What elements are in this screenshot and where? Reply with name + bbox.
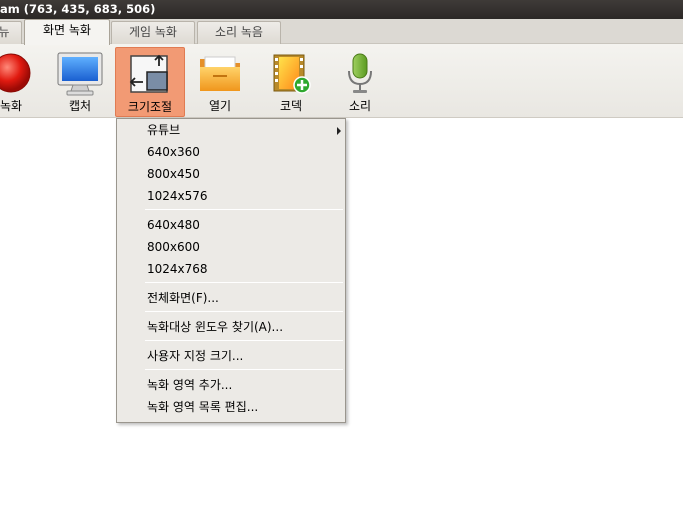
tab-partial[interactable]: 뉴 [0, 21, 22, 44]
codec-label: 코덱 [279, 99, 303, 113]
tab-screen-record[interactable]: 화면 녹화 [24, 19, 110, 45]
folder-icon [200, 56, 240, 91]
resize-button[interactable]: 크기조절 [115, 47, 185, 117]
menu-separator [145, 311, 343, 312]
menu-item-800x450[interactable]: 800x450 [117, 163, 345, 185]
menu-item-youtube[interactable]: 유튜브 [117, 119, 345, 141]
codec-button[interactable]: 코덱 [256, 47, 326, 117]
window-title: am (763, 435, 683, 506) [0, 0, 683, 19]
sound-button[interactable]: 소리 [325, 47, 395, 117]
menu-item-1024x576[interactable]: 1024x576 [117, 185, 345, 207]
capture-button[interactable]: 캡처 [45, 47, 115, 117]
menu-item-640x360[interactable]: 640x360 [117, 141, 345, 163]
toolbar: 녹화 캡처 크기조절 열기 코덱 소리 [0, 44, 683, 118]
menu-item-add-record-area[interactable]: 녹화 영역 추가... [117, 374, 345, 396]
menu-separator [145, 209, 343, 210]
submenu-arrow-icon [337, 127, 341, 135]
monitor-icon [57, 52, 103, 96]
menu-separator [145, 369, 343, 370]
menu-item-1024x768[interactable]: 1024x768 [117, 258, 345, 280]
menu-item-640x480[interactable]: 640x480 [117, 214, 345, 236]
menu-item-find-target-window[interactable]: 녹화대상 윈도우 찾기(A)... [117, 316, 345, 338]
menu-item-fullscreen[interactable]: 전체화면(F)... [117, 287, 345, 309]
tab-game-record[interactable]: 게임 녹화 [111, 21, 195, 44]
record-icon [0, 53, 31, 93]
microphone-icon [348, 53, 372, 93]
open-button[interactable]: 열기 [185, 47, 255, 117]
menu-item-custom-size[interactable]: 사용자 지정 크기... [117, 345, 345, 367]
sound-label: 소리 [348, 99, 372, 113]
menu-item-800x600[interactable]: 800x600 [117, 236, 345, 258]
resize-dropdown-menu: 유튜브 640x360 800x450 1024x576 640x480 800… [116, 118, 346, 423]
film-plus-icon [273, 54, 311, 94]
menu-separator [145, 340, 343, 341]
tab-sound-record[interactable]: 소리 녹음 [197, 21, 281, 44]
record-label: 녹화 [0, 99, 23, 113]
menu-item-label: 유튜브 [147, 123, 181, 137]
resize-label: 크기조절 [127, 100, 173, 114]
capture-label: 캡처 [68, 99, 92, 113]
open-label: 열기 [208, 99, 232, 113]
record-button[interactable]: 녹화 [0, 47, 46, 117]
menu-item-edit-record-area-list[interactable]: 녹화 영역 목록 편집... [117, 396, 345, 418]
tab-strip: 뉴 화면 녹화 게임 녹화 소리 녹음 [0, 19, 683, 45]
menu-separator [145, 282, 343, 283]
resize-icon [129, 54, 168, 93]
